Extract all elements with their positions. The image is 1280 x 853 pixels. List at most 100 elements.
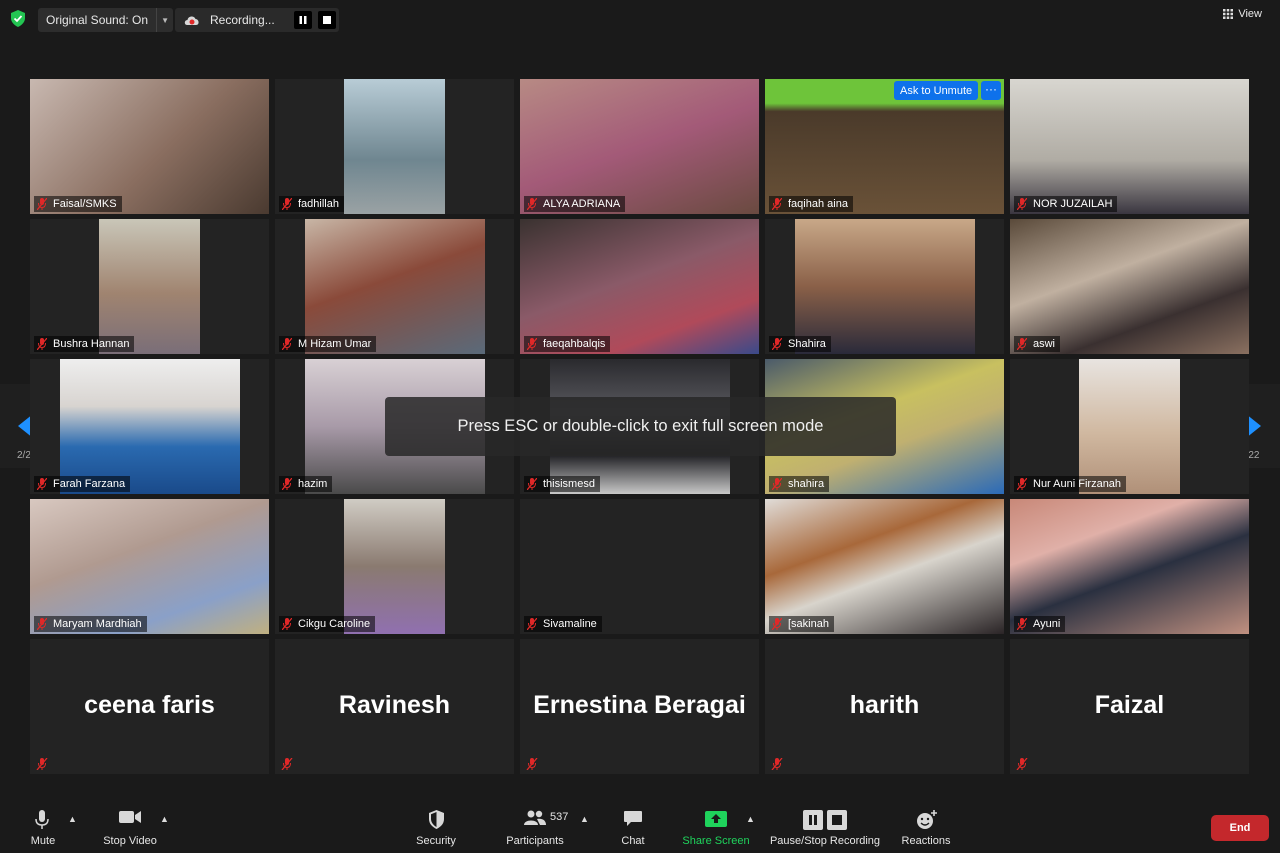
participant-name-tag: hazim (279, 476, 333, 492)
participant-display-name: harith (849, 691, 920, 719)
video-tile[interactable]: fadhillah (275, 79, 514, 214)
participant-name: Nur Auni Firzanah (1033, 478, 1122, 490)
participants-button[interactable]: 537 Participants (500, 800, 570, 853)
muted-mic-icon (281, 758, 293, 770)
video-off-tile[interactable]: harith (765, 639, 1004, 774)
pause-recording-button[interactable] (294, 11, 312, 29)
encryption-shield-icon[interactable] (10, 10, 26, 27)
participant-name-tag: NOR JUZAILAH (1014, 196, 1118, 212)
participant-name-tag: Nur Auni Firzanah (1014, 476, 1127, 492)
video-off-tile[interactable]: Faizal (1010, 639, 1249, 774)
muted-mic-icon (37, 618, 47, 630)
stop-video-button[interactable]: Stop Video (98, 800, 162, 853)
participant-display-name: ceena faris (84, 691, 215, 719)
original-sound-toggle[interactable]: Original Sound: On ▼ (38, 8, 174, 32)
video-off-tile[interactable]: Ernestina Beragai (520, 639, 759, 774)
video-tile[interactable]: Nur Auni Firzanah (1010, 359, 1249, 494)
muted-mic-icon (527, 198, 537, 210)
video-tile[interactable]: M Hizam Umar (275, 219, 514, 354)
recording-indicator: Recording... (175, 8, 339, 32)
end-meeting-button[interactable]: End (1211, 815, 1269, 841)
video-tile[interactable]: faeqahbalqis (520, 219, 759, 354)
grid-view-icon (1223, 9, 1234, 19)
video-tile[interactable]: Cikgu Caroline (275, 499, 514, 634)
participant-name: M Hizam Umar (298, 338, 372, 350)
chat-button[interactable]: Chat (611, 800, 655, 853)
participant-name-tag: ALYA ADRIANA (524, 196, 626, 212)
video-tile[interactable]: aswi (1010, 219, 1249, 354)
chat-label: Chat (621, 835, 645, 847)
muted-mic-icon (1017, 478, 1027, 490)
muted-mic-icon (36, 758, 48, 770)
video-feed (1010, 219, 1249, 354)
pause-stop-recording-label: Pause/Stop Recording (769, 835, 881, 847)
video-tile[interactable]: Ayuni (1010, 499, 1249, 634)
participant-name: aswi (1033, 338, 1056, 350)
video-off-tile[interactable]: ceena faris (30, 639, 269, 774)
video-tile[interactable]: Bushra Hannan (30, 219, 269, 354)
video-feed (1079, 359, 1180, 494)
participant-name: Ayuni (1033, 618, 1061, 630)
top-bar: Original Sound: On ▼ Recording... View (0, 0, 1280, 38)
video-feed (520, 79, 759, 214)
participant-name: hazim (298, 478, 328, 490)
view-button[interactable]: View (1223, 8, 1262, 20)
muted-mic-icon (527, 338, 537, 350)
participant-name-tag: fadhillah (279, 196, 344, 212)
video-tile[interactable]: ALYA ADRIANA (520, 79, 759, 214)
participant-name-tag: Faisal/SMKS (34, 196, 122, 212)
participant-name: thisismesd (543, 478, 595, 490)
muted-mic-icon (37, 338, 47, 350)
participants-options-chevron-icon[interactable]: ▲ (580, 814, 589, 824)
participant-name: Maryam Mardhiah (53, 618, 142, 630)
video-tile[interactable]: [sakinah (765, 499, 1004, 634)
video-tile[interactable]: Ask to Unmute ··· faqihah aina (765, 79, 1004, 214)
video-options-chevron-icon[interactable]: ▲ (160, 814, 169, 824)
video-tile[interactable]: NOR JUZAILAH (1010, 79, 1249, 214)
reactions-button[interactable]: Reactions (897, 800, 955, 853)
participant-name-tag: Maryam Mardhiah (34, 616, 147, 632)
video-off-tile[interactable]: Ravinesh (275, 639, 514, 774)
audio-options-chevron-icon[interactable]: ▲ (68, 814, 77, 824)
participant-name: faqihah aina (788, 198, 848, 210)
pause-stop-recording-icon (803, 810, 847, 830)
participant-display-name: Ernestina Beragai (533, 691, 746, 719)
mute-label: Mute (30, 835, 56, 847)
security-button[interactable]: Security (411, 800, 461, 853)
muted-mic-icon (1017, 618, 1027, 630)
share-screen-button[interactable]: Share Screen (680, 800, 752, 853)
stop-recording-button[interactable] (318, 11, 336, 29)
share-options-chevron-icon[interactable]: ▲ (746, 814, 755, 824)
participant-name: Shahira (788, 338, 826, 350)
video-tile[interactable]: Faisal/SMKS (30, 79, 269, 214)
participant-name-tag: Bushra Hannan (34, 336, 135, 352)
chevron-down-icon[interactable]: ▼ (156, 8, 173, 32)
mute-button[interactable]: Mute (18, 800, 68, 853)
participant-name: shahira (788, 478, 825, 490)
muted-mic-icon (526, 758, 538, 770)
muted-mic-icon (772, 198, 782, 210)
share-screen-icon (705, 811, 727, 827)
more-options-button[interactable]: ··· (981, 81, 1001, 100)
cloud-record-icon (184, 16, 199, 25)
video-feed (765, 499, 1004, 634)
participant-name: Farah Farzana (53, 478, 126, 490)
video-tile[interactable]: Maryam Mardhiah (30, 499, 269, 634)
participants-label: Participants (506, 835, 564, 847)
participant-name-tag: [sakinah (769, 616, 834, 632)
muted-mic-icon (771, 758, 783, 770)
video-tile[interactable]: Sivamaline (520, 499, 759, 634)
participant-name-tag: aswi (1014, 336, 1061, 352)
video-tile[interactable]: Shahira (765, 219, 1004, 354)
video-tile[interactable]: Farah Farzana (30, 359, 269, 494)
video-feed (1010, 499, 1249, 634)
muted-mic-icon (527, 618, 537, 630)
meeting-toolbar: Mute ▲ Stop Video ▲ Security 537 Partici… (0, 800, 1280, 853)
participant-name: fadhillah (298, 198, 339, 210)
participant-name: Bushra Hannan (53, 338, 130, 350)
ask-to-unmute-button[interactable]: Ask to Unmute (894, 81, 979, 100)
pause-stop-recording-button[interactable]: Pause/Stop Recording (766, 800, 884, 853)
video-feed (30, 79, 269, 214)
muted-mic-icon (1017, 338, 1027, 350)
muted-mic-icon (282, 478, 292, 490)
